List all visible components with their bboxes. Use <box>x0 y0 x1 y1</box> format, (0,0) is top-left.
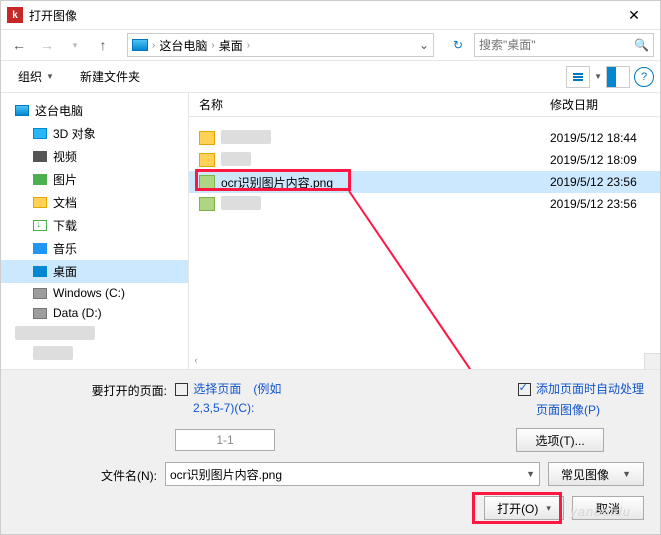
file-row-selected[interactable]: ocr识别图片内容.png2019/5/12 23:56 <box>189 171 660 193</box>
search-icon[interactable]: 🔍 <box>634 38 649 52</box>
file-area: 名称 修改日期 2019/5/12 18:44 2019/5/12 18:09 … <box>189 93 660 369</box>
tree-downloads[interactable]: 下载 <box>1 214 188 237</box>
search-input[interactable] <box>479 38 634 52</box>
breadcrumb-seg[interactable]: 桌面 <box>219 37 243 54</box>
select-pages-checkbox[interactable]: 选择页面 <box>175 380 241 397</box>
chevron-right-icon: › <box>150 40 157 51</box>
3d-icon <box>33 128 47 139</box>
chevron-down-icon: ▼ <box>622 469 631 479</box>
file-row[interactable]: 2019/5/12 18:44 <box>189 127 660 149</box>
cancel-button[interactable]: 取消 <box>572 496 644 520</box>
page-range-input[interactable]: 1-1 <box>175 429 275 451</box>
file-filter-dropdown[interactable]: 常见图像 ▼ <box>548 462 644 486</box>
new-folder-button[interactable]: 新建文件夹 <box>69 63 151 90</box>
picture-icon <box>33 174 47 185</box>
view-list-icon[interactable] <box>566 66 590 88</box>
app-icon: k <box>7 7 23 23</box>
filename-label: 文件名(N): <box>17 465 157 484</box>
download-icon <box>33 220 47 231</box>
tree-blurred[interactable] <box>1 323 188 343</box>
file-row[interactable]: 2019/5/12 18:09 <box>189 149 660 171</box>
image-file-icon <box>199 175 215 189</box>
close-icon[interactable]: ✕ <box>614 3 654 27</box>
history-chevron-icon[interactable]: ▾ <box>63 33 87 57</box>
pages-hint: (例如 <box>253 380 281 397</box>
toolbar: 组织 ▼ 新建文件夹 ▼ ? <box>1 61 660 93</box>
open-file-dialog: k 打开图像 ✕ ← → ▾ ↑ › 这台电脑 › 桌面 › ⌄ ↻ 🔍 组织 … <box>0 0 661 535</box>
pc-icon <box>132 39 148 51</box>
folder-icon <box>199 131 215 145</box>
blurred <box>221 196 261 210</box>
bottom-panel: 要打开的页面: 选择页面 (例如 添加页面时自动处理 2,3,5-7)(C): … <box>1 370 660 534</box>
tree-this-pc[interactable]: 这台电脑 <box>1 99 188 122</box>
tree-drive-d[interactable]: Data (D:) <box>1 303 188 323</box>
file-row[interactable]: 2019/5/12 23:56 <box>189 193 660 215</box>
body-area: 这台电脑 3D 对象 视频 图片 文档 下载 音乐 桌面 Windows (C:… <box>1 93 660 370</box>
file-list[interactable]: 2019/5/12 18:44 2019/5/12 18:09 ocr识别图片内… <box>189 117 660 369</box>
preview-pane-icon[interactable] <box>606 66 630 88</box>
pages-label: 要打开的页面: <box>17 380 167 399</box>
pc-icon <box>15 105 29 116</box>
breadcrumb[interactable]: › 这台电脑 › 桌面 › ⌄ <box>127 33 434 57</box>
scroll-left-icon[interactable]: ‹ <box>189 355 203 369</box>
file-header: 名称 修改日期 <box>189 93 660 117</box>
refresh-icon[interactable]: ↻ <box>446 38 470 52</box>
blurred <box>221 130 271 144</box>
title-bar: k 打开图像 ✕ <box>1 1 660 29</box>
auto-process-checkbox[interactable]: 添加页面时自动处理 <box>518 380 644 397</box>
blurred <box>221 152 251 166</box>
tree-drive-c[interactable]: Windows (C:) <box>1 283 188 303</box>
window-title: 打开图像 <box>29 7 614 24</box>
drive-icon <box>33 288 47 299</box>
filename-input[interactable]: ocr识别图片内容.png ▼ <box>165 462 540 486</box>
pages-row: 要打开的页面: 选择页面 (例如 添加页面时自动处理 <box>17 380 644 399</box>
breadcrumb-dropdown-icon[interactable]: ⌄ <box>254 38 429 52</box>
help-icon[interactable]: ? <box>634 67 654 87</box>
pages-row2: 2,3,5-7)(C): 页面图像(P) <box>17 401 644 418</box>
back-arrow-icon[interactable]: ← <box>7 33 31 57</box>
folder-icon <box>199 153 215 167</box>
organize-button[interactable]: 组织 ▼ <box>7 63 65 90</box>
tree-documents[interactable]: 文档 <box>1 191 188 214</box>
column-date[interactable]: 修改日期 <box>550 96 660 113</box>
document-icon <box>33 197 47 208</box>
search-box[interactable]: 🔍 <box>474 33 654 57</box>
options-button[interactable]: 选项(T)... <box>516 428 604 452</box>
open-button[interactable]: 打开(O)▾ <box>484 496 564 520</box>
scroll-corner <box>644 353 660 369</box>
up-arrow-icon[interactable]: ↑ <box>91 33 115 57</box>
auto-process-hint2: 页面图像(P) <box>536 401 600 418</box>
tree-music[interactable]: 音乐 <box>1 237 188 260</box>
chevron-down-icon[interactable]: ▼ <box>594 72 602 81</box>
tree-videos[interactable]: 视频 <box>1 145 188 168</box>
sidebar[interactable]: 这台电脑 3D 对象 视频 图片 文档 下载 音乐 桌面 Windows (C:… <box>1 93 189 369</box>
breadcrumb-seg[interactable]: 这台电脑 <box>159 37 207 54</box>
filename-row: 文件名(N): ocr识别图片内容.png ▼ 常见图像 ▼ <box>17 462 644 486</box>
drive-icon <box>33 308 47 319</box>
view-controls: ▼ ? <box>566 66 654 88</box>
chevron-down-icon: ▼ <box>46 72 54 81</box>
blurred <box>33 346 73 360</box>
chevron-down-icon[interactable]: ▼ <box>526 469 535 479</box>
column-name[interactable]: 名称 <box>189 96 550 113</box>
forward-arrow-icon[interactable]: → <box>35 33 59 57</box>
video-icon <box>33 151 47 162</box>
tree-pictures[interactable]: 图片 <box>1 168 188 191</box>
tree-3d-objects[interactable]: 3D 对象 <box>1 122 188 145</box>
action-row: 打开(O)▾ 取消 <box>17 496 644 520</box>
chevron-right-icon: › <box>209 40 216 51</box>
pages-hint2: 2,3,5-7)(C): <box>193 401 254 415</box>
image-file-icon <box>199 197 215 211</box>
tree-blurred[interactable] <box>1 343 188 363</box>
desktop-icon <box>33 266 47 277</box>
nav-row: ← → ▾ ↑ › 这台电脑 › 桌面 › ⌄ ↻ 🔍 <box>1 29 660 61</box>
tree-desktop[interactable]: 桌面 <box>1 260 188 283</box>
blurred <box>15 326 95 340</box>
chevron-right-icon: › <box>245 40 252 51</box>
music-icon <box>33 243 47 254</box>
